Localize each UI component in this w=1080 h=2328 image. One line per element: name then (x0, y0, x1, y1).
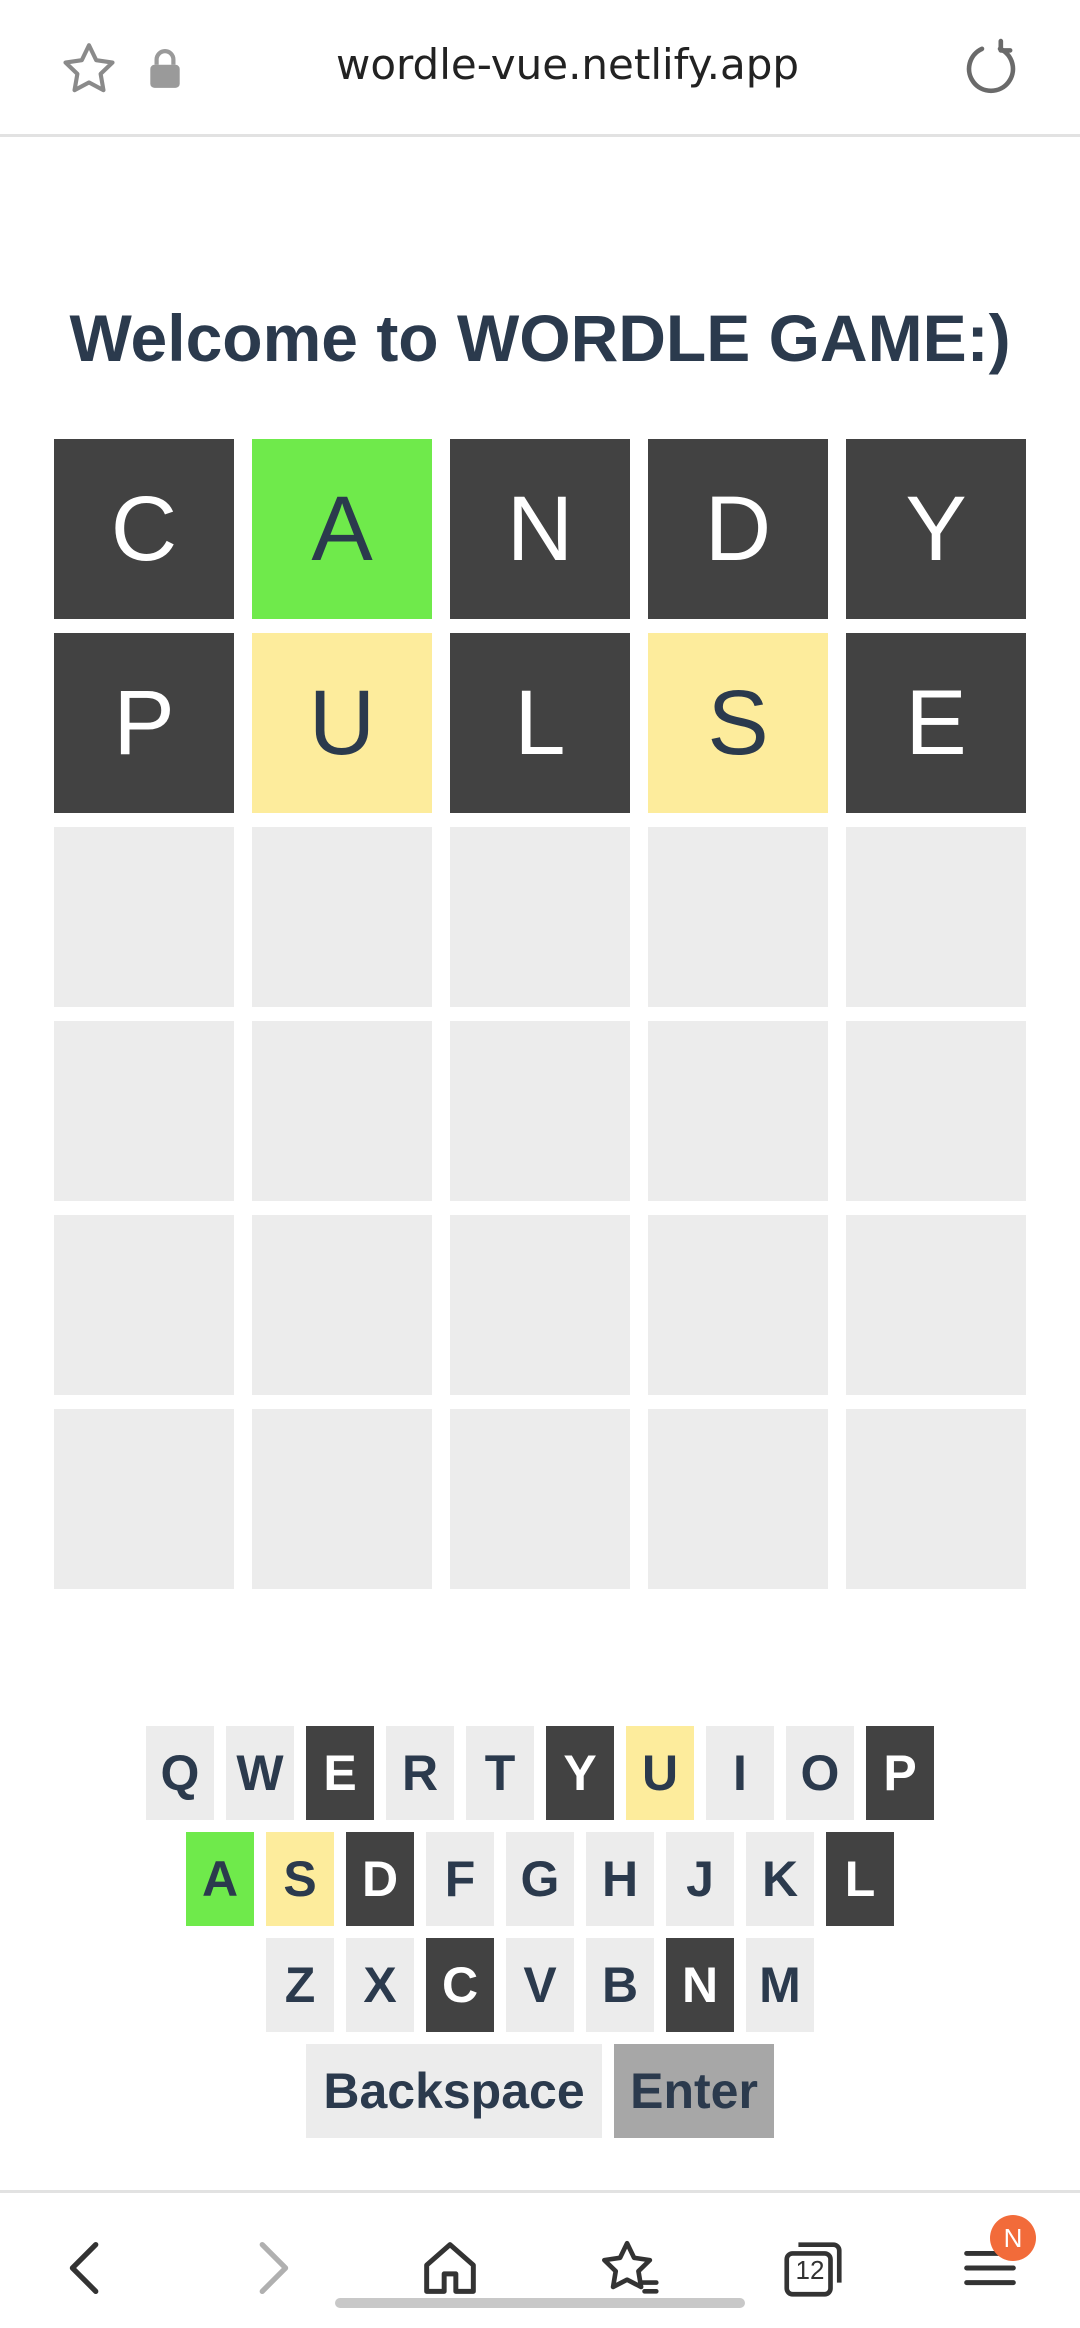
board-tile (252, 1409, 432, 1589)
board-tile (846, 827, 1026, 1007)
board-tile (846, 1409, 1026, 1589)
enter-key[interactable]: Enter (614, 2044, 774, 2138)
board-tile: S (648, 633, 828, 813)
browser-address-bar: wordle-vue.netlify.app (0, 0, 1080, 137)
key-h[interactable]: H (586, 1832, 654, 1926)
on-screen-keyboard: QWERTYUIOP ASDFGHJKL ZXCVBNM Backspace E… (0, 1726, 1080, 2150)
board-tile (252, 827, 432, 1007)
board-tile (846, 1021, 1026, 1201)
key-q[interactable]: Q (146, 1726, 214, 1820)
board-tile (648, 827, 828, 1007)
forward-icon[interactable] (236, 2233, 306, 2303)
keyboard-row: ZXCVBNM (0, 1938, 1080, 2032)
page-title: Welcome to WORDLE GAME:) (69, 301, 1011, 375)
key-j[interactable]: J (666, 1832, 734, 1926)
tab-count: 12 (795, 2255, 825, 2285)
backspace-key[interactable]: Backspace (306, 2044, 602, 2138)
key-l[interactable]: L (826, 1832, 894, 1926)
reload-icon[interactable] (960, 38, 1022, 100)
key-k[interactable]: K (746, 1832, 814, 1926)
key-a[interactable]: A (186, 1832, 254, 1926)
key-t[interactable]: T (466, 1726, 534, 1820)
board-tile (846, 1215, 1026, 1395)
key-o[interactable]: O (786, 1726, 854, 1820)
board-tile: A (252, 439, 432, 619)
board-tile (54, 1215, 234, 1395)
back-icon[interactable] (52, 2233, 122, 2303)
key-x[interactable]: X (346, 1938, 414, 2032)
key-v[interactable]: V (506, 1938, 574, 2032)
board-tile: N (450, 439, 630, 619)
key-r[interactable]: R (386, 1726, 454, 1820)
board-tile (648, 1215, 828, 1395)
bookmark-star-icon[interactable] (58, 38, 120, 100)
board-tile (54, 1021, 234, 1201)
board-tile (252, 1021, 432, 1201)
board-tile (450, 1021, 630, 1201)
key-d[interactable]: D (346, 1832, 414, 1926)
key-b[interactable]: B (586, 1938, 654, 2032)
keyboard-row: ASDFGHJKL (0, 1832, 1080, 1926)
board-tile (450, 827, 630, 1007)
key-n[interactable]: N (666, 1938, 734, 2032)
board-tile (450, 1215, 630, 1395)
key-p[interactable]: P (866, 1726, 934, 1820)
keyboard-row: QWERTYUIOP (0, 1726, 1080, 1820)
game-board: CANDY PULSE (54, 439, 1026, 1589)
board-tile (648, 1021, 828, 1201)
url-text[interactable]: wordle-vue.netlify.app (200, 40, 935, 89)
key-c[interactable]: C (426, 1938, 494, 2032)
bookmarks-icon[interactable] (595, 2233, 665, 2303)
notification-badge: N (990, 2215, 1036, 2261)
home-icon[interactable] (415, 2233, 485, 2303)
key-m[interactable]: M (746, 1938, 814, 2032)
board-tile: C (54, 439, 234, 619)
key-e[interactable]: E (306, 1726, 374, 1820)
board-tile (252, 1215, 432, 1395)
board-tile (54, 827, 234, 1007)
key-y[interactable]: Y (546, 1726, 614, 1820)
key-s[interactable]: S (266, 1832, 334, 1926)
key-f[interactable]: F (426, 1832, 494, 1926)
board-tile (450, 1409, 630, 1589)
board-tile: E (846, 633, 1026, 813)
home-indicator (335, 2298, 745, 2308)
key-g[interactable]: G (506, 1832, 574, 1926)
board-tile: P (54, 633, 234, 813)
board-tile: D (648, 439, 828, 619)
key-u[interactable]: U (626, 1726, 694, 1820)
board-tile: U (252, 633, 432, 813)
board-tile (54, 1409, 234, 1589)
board-tile: Y (846, 439, 1026, 619)
key-z[interactable]: Z (266, 1938, 334, 2032)
key-i[interactable]: I (706, 1726, 774, 1820)
board-tile (648, 1409, 828, 1589)
keyboard-row: Backspace Enter (0, 2044, 1080, 2138)
key-w[interactable]: W (226, 1726, 294, 1820)
board-tile: L (450, 633, 630, 813)
lock-icon (150, 49, 180, 88)
